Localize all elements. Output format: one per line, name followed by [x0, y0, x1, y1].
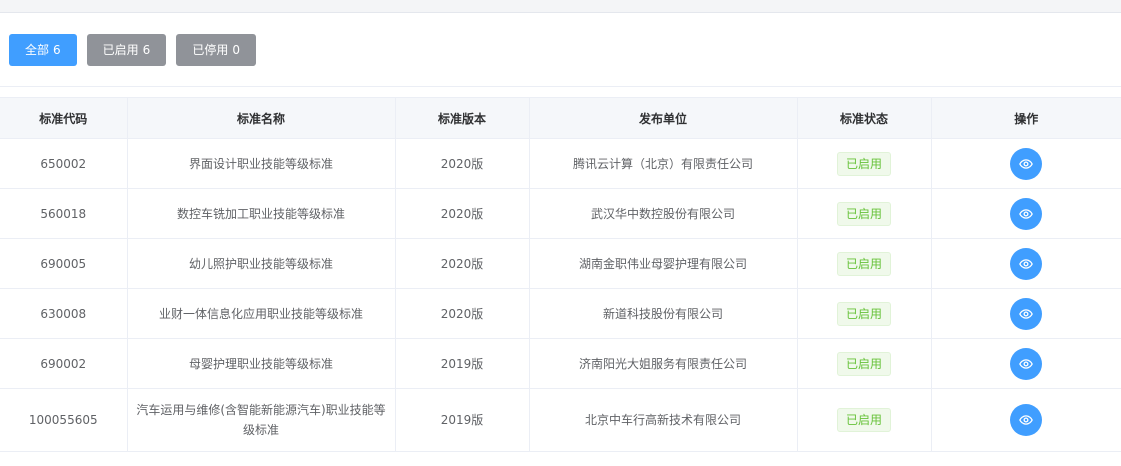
cell-code: 690002 [0, 338, 128, 389]
cell-version: 2020版 [395, 188, 530, 239]
view-button[interactable] [1010, 197, 1043, 230]
cell-status: 已启用 [797, 338, 932, 389]
cell-publisher: 武汉华中数控股份有限公司 [529, 188, 798, 239]
cell-publisher: 腾讯云计算（北京）有限责任公司 [529, 138, 798, 189]
filter-enabled-button[interactable]: 已启用 6 [86, 34, 167, 66]
header-publisher[interactable]: 发布单位 [529, 97, 798, 139]
header-status[interactable]: 标准状态 [797, 97, 932, 139]
cell-version: 2020版 [395, 138, 530, 189]
view-button[interactable] [1010, 347, 1043, 380]
filter-disabled-label: 已停用 [192, 43, 229, 57]
top-divider [0, 12, 1121, 13]
status-badge: 已启用 [836, 151, 891, 176]
cell-code: 650002 [0, 138, 128, 189]
eye-icon [1019, 415, 1034, 425]
filter-all-button[interactable]: 全部 6 [9, 34, 77, 66]
section-divider [0, 86, 1121, 87]
view-button[interactable] [1010, 297, 1043, 330]
table-header-row: 标准代码 标准名称 标准版本 发布单位 标准状态 操作 [0, 97, 1121, 139]
cell-version: 2020版 [395, 288, 530, 339]
cell-code: 630008 [0, 288, 128, 339]
standards-table: 标准代码 标准名称 标准版本 发布单位 标准状态 操作 650002 界面设计职… [0, 97, 1121, 452]
status-badge: 已启用 [836, 351, 891, 376]
filter-all-label: 全部 [25, 43, 50, 57]
cell-code: 100055605 [0, 388, 128, 452]
cell-publisher: 新道科技股份有限公司 [529, 288, 798, 339]
cell-status: 已启用 [797, 288, 932, 339]
cell-actions [931, 388, 1121, 452]
cell-status: 已启用 [797, 238, 932, 289]
filter-disabled-count: 0 [232, 43, 240, 57]
status-badge: 已启用 [836, 251, 891, 276]
cell-version: 2019版 [395, 388, 530, 452]
table-row: 690002 母婴护理职业技能等级标准 2019版 济南阳光大姐服务有限责任公司… [0, 338, 1121, 389]
eye-icon [1019, 158, 1034, 169]
status-badge: 已启用 [836, 301, 891, 326]
header-version[interactable]: 标准版本 [395, 97, 530, 139]
header-code[interactable]: 标准代码 [0, 97, 128, 139]
cell-status: 已启用 [797, 188, 932, 239]
eye-icon [1019, 208, 1034, 219]
view-button[interactable] [1010, 247, 1043, 280]
cell-publisher: 济南阳光大姐服务有限责任公司 [529, 338, 798, 389]
status-filter-bar: 全部 6 已启用 6 已停用 0 [9, 34, 256, 66]
eye-icon [1019, 308, 1034, 319]
cell-status: 已启用 [797, 388, 932, 452]
top-strip [0, 0, 1121, 12]
cell-code: 690005 [0, 238, 128, 289]
cell-name: 数控车铣加工职业技能等级标准 [127, 188, 396, 239]
cell-name: 汽车运用与维修(含智能新能源汽车)职业技能等级标准 [127, 388, 396, 452]
eye-icon [1019, 258, 1034, 269]
cell-status: 已启用 [797, 138, 932, 189]
cell-publisher: 湖南金职伟业母婴护理有限公司 [529, 238, 798, 289]
filter-enabled-count: 6 [142, 43, 151, 57]
cell-name: 界面设计职业技能等级标准 [127, 138, 396, 189]
filter-disabled-button[interactable]: 已停用 0 [176, 34, 256, 66]
table-row: 650002 界面设计职业技能等级标准 2020版 腾讯云计算（北京）有限责任公… [0, 138, 1121, 189]
table-row: 690005 幼儿照护职业技能等级标准 2020版 湖南金职伟业母婴护理有限公司… [0, 238, 1121, 289]
cell-actions [931, 288, 1121, 339]
table-row: 560018 数控车铣加工职业技能等级标准 2020版 武汉华中数控股份有限公司… [0, 188, 1121, 239]
status-badge: 已启用 [836, 408, 891, 432]
cell-version: 2019版 [395, 338, 530, 389]
filter-all-count: 6 [53, 43, 61, 57]
table-row: 100055605 汽车运用与维修(含智能新能源汽车)职业技能等级标准 2019… [0, 388, 1121, 452]
cell-actions [931, 338, 1121, 389]
header-actions: 操作 [931, 97, 1121, 139]
cell-name: 业财一体信息化应用职业技能等级标准 [127, 288, 396, 339]
cell-publisher: 北京中车行高新技术有限公司 [529, 388, 798, 452]
cell-actions [931, 188, 1121, 239]
cell-code: 560018 [0, 188, 128, 239]
filter-enabled-label: 已启用 [102, 43, 139, 57]
status-badge: 已启用 [836, 201, 891, 226]
header-name[interactable]: 标准名称 [127, 97, 396, 139]
view-button[interactable] [1010, 404, 1043, 436]
cell-name: 幼儿照护职业技能等级标准 [127, 238, 396, 289]
eye-icon [1019, 358, 1034, 369]
table-row: 630008 业财一体信息化应用职业技能等级标准 2020版 新道科技股份有限公… [0, 288, 1121, 339]
cell-version: 2020版 [395, 238, 530, 289]
view-button[interactable] [1010, 147, 1043, 180]
cell-name: 母婴护理职业技能等级标准 [127, 338, 396, 389]
cell-actions [931, 138, 1121, 189]
cell-actions [931, 238, 1121, 289]
